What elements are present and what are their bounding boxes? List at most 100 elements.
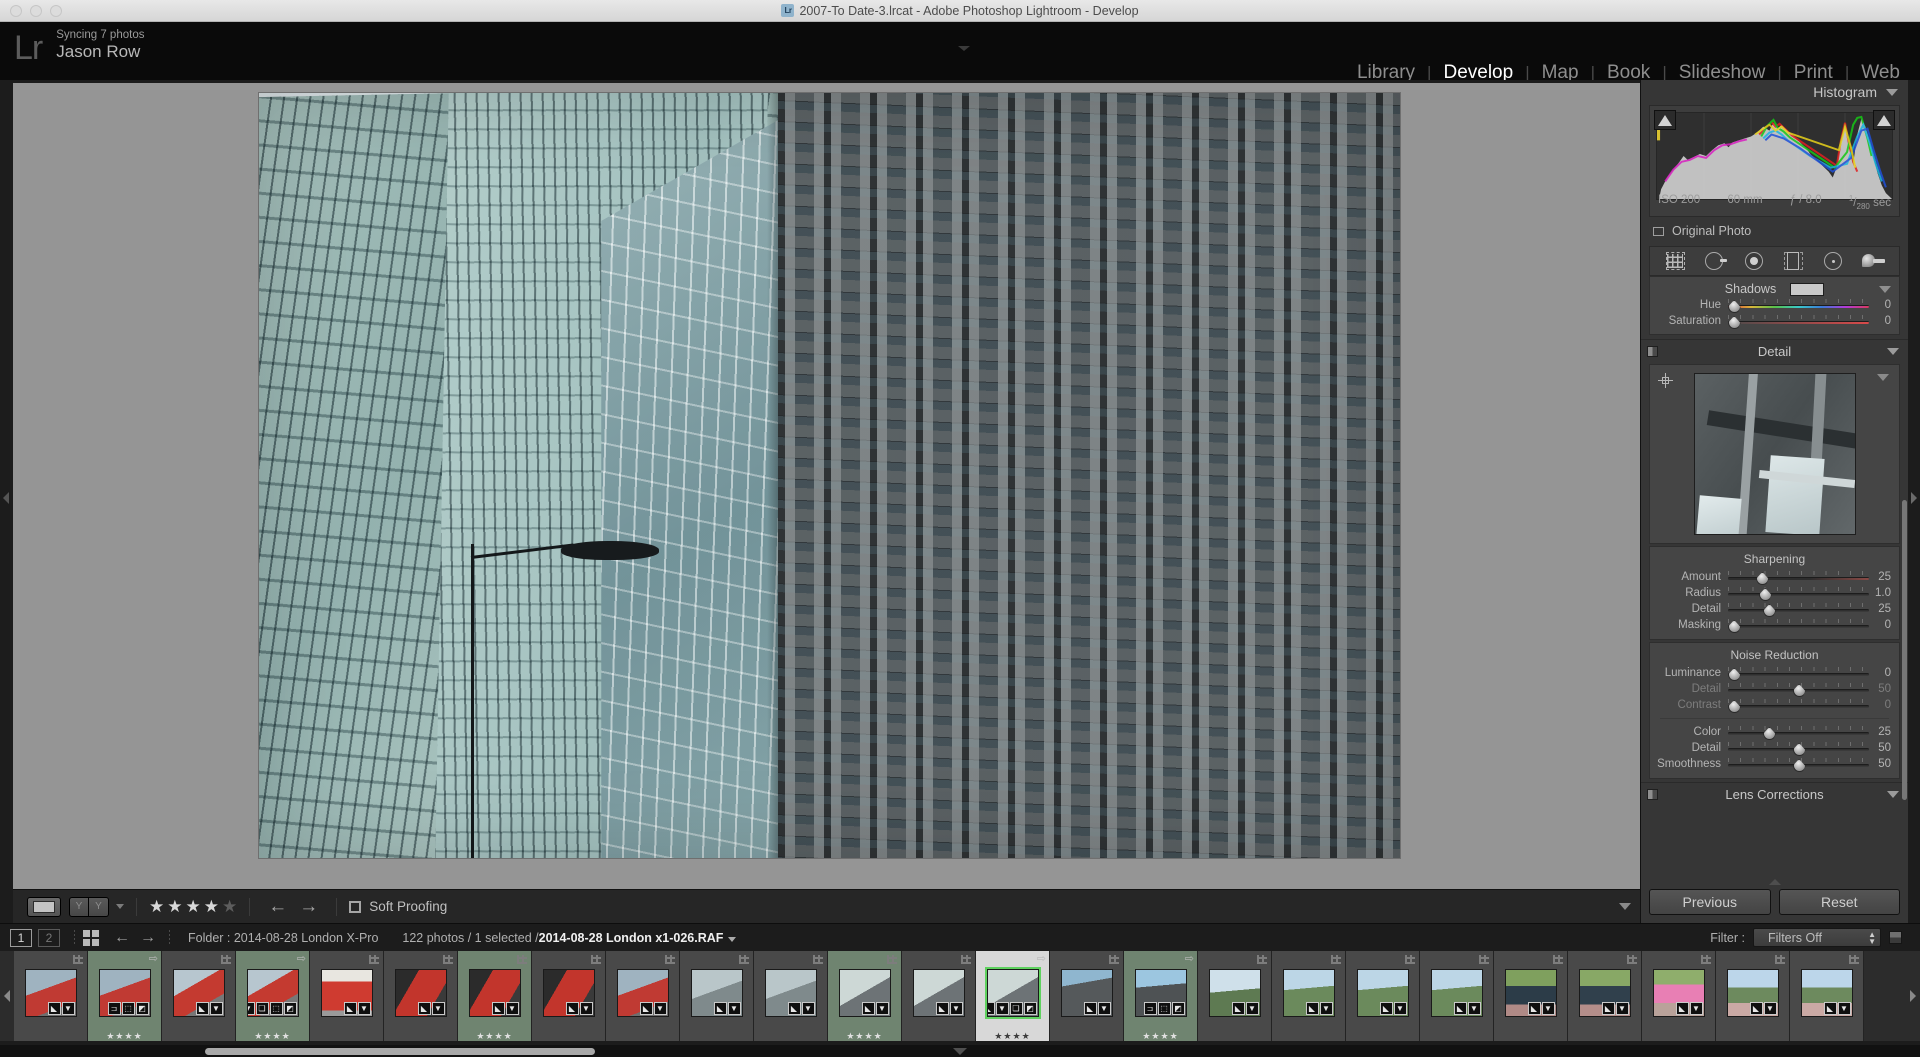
comment-badge-icon[interactable]: ▼ [247,1002,255,1015]
thumbnail-image[interactable]: ◣ ▼ [1430,969,1483,1017]
screen-1-button[interactable]: 1 [10,928,32,947]
slider-track[interactable] [1727,297,1869,313]
filmstrip-thumbnail[interactable]: ◣ ▼ [532,951,606,1041]
slider-value[interactable]: 0 [1869,699,1899,711]
crop-badge-icon[interactable]: ⊐ [107,1002,121,1015]
comment-badge-icon[interactable]: ▼ [505,1002,519,1015]
comment-badge-icon[interactable]: ▼ [1245,1002,1259,1015]
comment-badge-icon[interactable]: ▼ [995,1002,1009,1015]
filmstrip-thumbnail[interactable]: ◣ ▼ [902,951,976,1041]
slider-detail[interactable]: Detail 50 [1650,740,1899,756]
comment-badge-icon[interactable]: ▼ [653,1002,667,1015]
copy-badge-icon[interactable]: ❏ [255,1002,269,1015]
slider-track[interactable] [1727,665,1869,681]
close-button[interactable] [10,5,22,17]
slider-track[interactable] [1728,756,1869,772]
identity-plate[interactable]: Lr Syncing 7 photos Jason Row [14,28,144,65]
thumbnail-image[interactable]: ◣ ▼ [1208,969,1261,1017]
tag-badge-icon[interactable]: ◣ [1527,1002,1541,1015]
comment-badge-icon[interactable]: ▼ [875,1002,889,1015]
slider-amount[interactable]: Amount 25 [1650,569,1899,585]
thumbnail-image[interactable]: ◣ ▼ [1504,969,1557,1017]
detail-target-icon[interactable] [1658,373,1673,388]
comment-badge-icon[interactable]: ▼ [1097,1002,1111,1015]
thumbnail-image[interactable]: ◣ ▼ [616,969,669,1017]
slider-track[interactable] [1727,313,1869,329]
tag-badge-icon[interactable]: ◣ [1083,1002,1097,1015]
filmstrip-thumbnail[interactable]: ◣ ▼ [606,951,680,1041]
grid-view-icon[interactable] [83,929,99,946]
maximize-button[interactable] [50,5,62,17]
slider-value[interactable]: 0 [1869,667,1899,679]
tag-badge-icon[interactable]: ◣ [1305,1002,1319,1015]
thumbnail-rating[interactable]: ★★★★ [88,1031,161,1041]
tag-badge-icon[interactable]: ◣ [47,1002,61,1015]
tag-badge-icon[interactable]: ◣ [417,1002,431,1015]
slider-value[interactable]: 25 [1869,603,1899,615]
filmstrip-thumbnail[interactable]: ◣ ▼ [1346,951,1420,1041]
rating-star-1[interactable]: ★ [149,898,164,915]
thumbnail-image[interactable]: ⊐ ⬚ ◩ [98,969,151,1017]
tag-badge-icon[interactable]: ◣ [787,1002,801,1015]
filter-select[interactable]: Filters Off ▲ ▼ [1753,928,1881,947]
folder-path-label[interactable]: Folder : 2014-08-28 London X-Pro [188,931,378,945]
tag-badge-icon[interactable]: ◣ [195,1002,209,1015]
spot-removal-tool-icon[interactable] [1703,251,1728,271]
tag-badge-icon[interactable]: ◣ [1749,1002,1763,1015]
right-panel-scrollbar[interactable] [1902,500,1907,800]
detail-preview-chevron-icon[interactable] [1877,374,1889,381]
comment-badge-icon[interactable]: ▼ [1319,1002,1333,1015]
comment-badge-icon[interactable]: ▼ [61,1002,75,1015]
slider-track[interactable] [1728,569,1869,585]
tag-badge-icon[interactable]: ◣ [565,1002,579,1015]
adjust-badge-icon[interactable]: ◩ [1171,1002,1185,1015]
thumbnail-image[interactable]: ◣ ▼ [1282,969,1335,1017]
slider-saturation[interactable]: Saturation 0 [1650,313,1899,329]
filmstrip-thumbnail[interactable]: ◣ ▼ [680,951,754,1041]
slider-value[interactable]: 0 [1869,299,1899,311]
tag-badge-icon[interactable]: ◣ [987,1002,995,1015]
tag-badge-icon[interactable]: ◣ [639,1002,653,1015]
filmstrip-thumbnail[interactable]: ⇨ ⊐▼❏⬚◩ ★★★★ [236,951,310,1041]
filmstrip-thumbnail[interactable]: ⇨ ⊐ ⬚ ◩ ★★★★ [88,951,162,1041]
thumbnail-rating[interactable]: ★★★★ [458,1031,531,1041]
tag-badge-icon[interactable]: ◣ [1231,1002,1245,1015]
shadows-color-swatch[interactable] [1790,282,1825,296]
slider-contrast[interactable]: Contrast 0 [1650,697,1899,713]
filmstrip-thumbnail[interactable]: ◣ ▼ [1568,951,1642,1041]
thumbnail-image[interactable]: ◣ ▼ [1800,969,1853,1017]
tag-badge-icon[interactable]: ◣ [343,1002,357,1015]
rating-star-2[interactable]: ★ [167,898,182,915]
slider-track[interactable] [1728,681,1869,697]
comment-badge-icon[interactable]: ▼ [1615,1002,1629,1015]
filmstrip-thumbnail[interactable]: ◣ ▼ [1716,951,1790,1041]
filmstrip-thumbnail[interactable]: ⇨ ◣▼❏◩ ★★★★ [976,951,1050,1041]
filmstrip-scrollbar-thumb[interactable] [205,1048,595,1055]
slider-hue[interactable]: Hue 0 [1650,297,1899,313]
radial-filter-tool-icon[interactable] [1822,251,1846,271]
thumbnail-image[interactable]: ◣ ▼ [468,969,521,1017]
comment-badge-icon[interactable]: ▼ [1689,1002,1703,1015]
thumbnail-image[interactable]: ⊐ ⬚ ◩ [1134,969,1187,1017]
thumbnail-image[interactable]: ◣ ▼ [690,969,743,1017]
thumbnail-image[interactable]: ◣ ▼ [542,969,595,1017]
minimize-button[interactable] [30,5,42,17]
filmstrip-thumbnail[interactable]: ◣ ▼ [1494,951,1568,1041]
filmstrip-thumbnail[interactable]: ◣ ▼ [1642,951,1716,1041]
thumbnail-rating[interactable]: ★★★★ [1124,1031,1197,1041]
rating-star-5[interactable]: ★ [222,898,237,915]
filmstrip-thumbnail[interactable]: ◣ ▼ [1790,951,1864,1041]
comment-badge-icon[interactable]: ▼ [949,1002,963,1015]
shadow-clipping-indicator[interactable] [1654,110,1676,130]
thumbnail-image[interactable]: ◣ ▼ [1356,969,1409,1017]
tag-badge-icon[interactable]: ◣ [1379,1002,1393,1015]
lens-corrections-switch[interactable] [1647,788,1658,800]
previous-button[interactable]: Previous [1649,889,1771,915]
slider-track[interactable] [1727,617,1869,633]
tag-badge-icon[interactable]: ◣ [1601,1002,1615,1015]
filmstrip-thumbnail[interactable]: ⇨ ⊐ ⬚ ◩ ★★★★ [1124,951,1198,1041]
filmstrip-thumbnail[interactable]: ◣ ▼ ★★★★ [828,951,902,1041]
filmstrip-scroll-right[interactable] [1906,951,1920,1041]
adjust-badge-icon[interactable]: ◩ [135,1002,149,1015]
filmstrip-thumbnail[interactable]: ◣ ▼ [14,951,88,1041]
